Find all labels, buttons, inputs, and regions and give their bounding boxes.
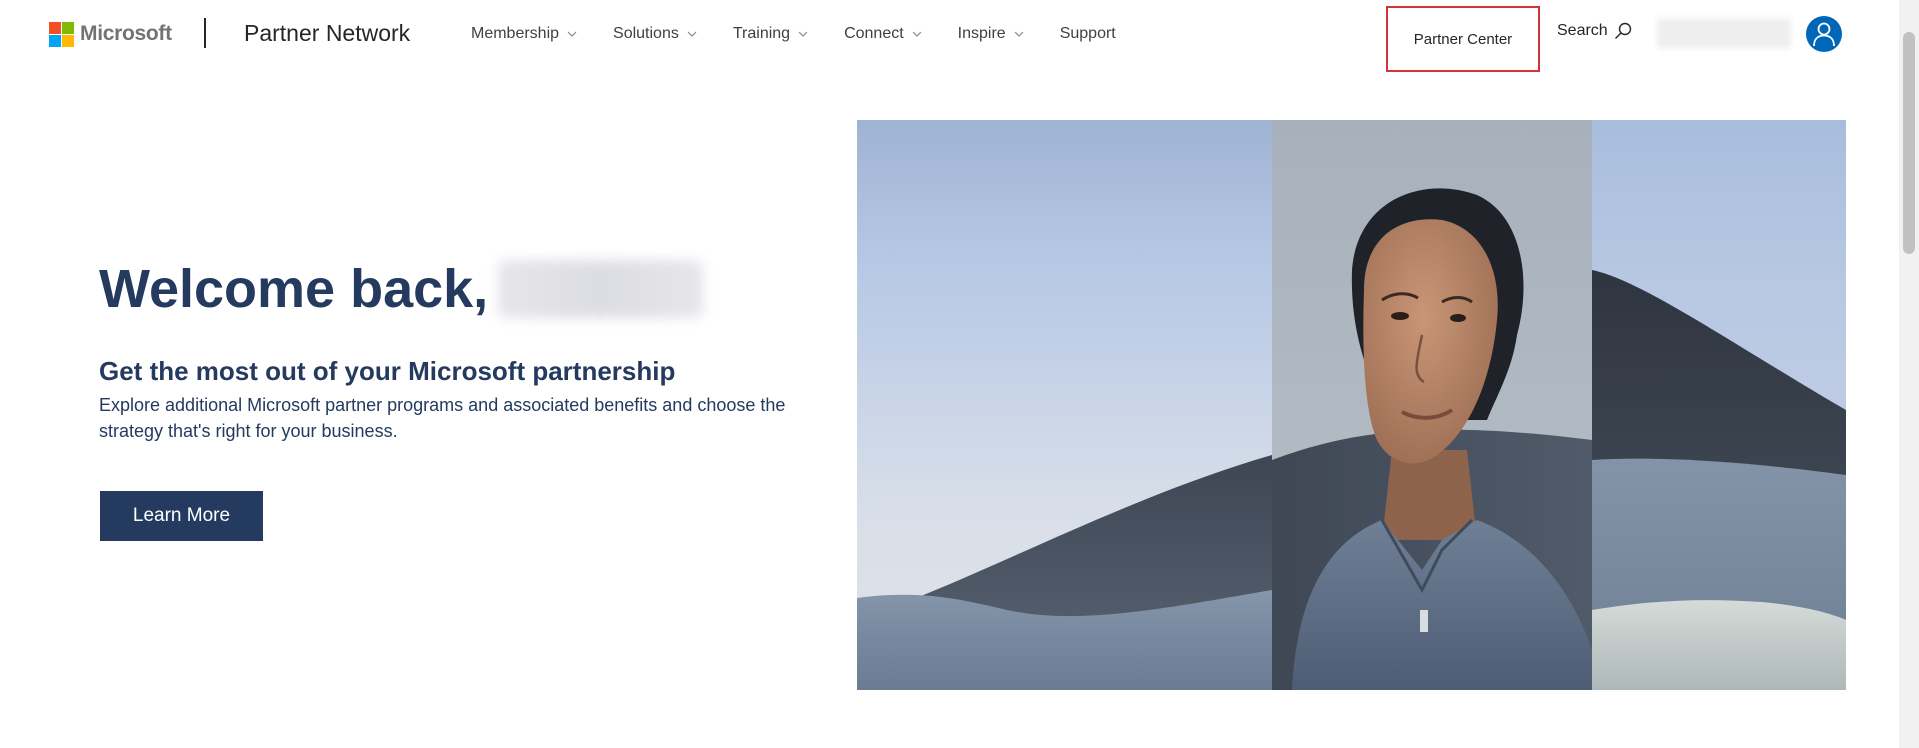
scrollbar-thumb[interactable] [1903,32,1915,254]
page-scrollbar[interactable] [1899,0,1919,748]
chevron-down-icon [798,29,808,39]
user-name-redacted [1657,18,1791,48]
microsoft-wordmark: Microsoft [80,22,172,45]
hero-image [857,120,1846,690]
search-label: Search [1557,22,1608,39]
nav-item-connect[interactable]: Connect [844,25,922,43]
chevron-down-icon [1014,29,1024,39]
nav-item-label: Inspire [957,25,1006,42]
site-header: Microsoft Partner Network Membership Sol… [0,0,1919,72]
user-avatar-icon[interactable] [1806,16,1842,52]
partner-center-link[interactable]: Partner Center [1386,6,1540,72]
hero-subheading: Get the most out of your Microsoft partn… [99,356,676,386]
nav-item-membership[interactable]: Membership [471,25,577,43]
search-button[interactable]: Search [1557,22,1632,40]
nav-item-label: Connect [844,25,904,42]
welcome-text: Welcome back, [99,259,489,319]
hero-landscape-left [857,120,1272,690]
nav-item-label: Membership [471,25,560,42]
chevron-down-icon [912,29,922,39]
partner-network-brand[interactable]: Partner Network [244,20,410,47]
search-icon [1614,22,1631,39]
welcome-heading: Welcome back, [99,258,704,320]
microsoft-logo[interactable]: Microsoft [49,21,172,47]
nav-item-label: Support [1059,25,1116,42]
microsoft-logo-icon [49,21,74,47]
chevron-down-icon [687,29,697,39]
nav-item-label: Solutions [613,25,679,42]
nav-item-solutions[interactable]: Solutions [613,25,697,43]
welcome-user-name-redacted [498,260,704,318]
nav-item-support[interactable]: Support [1060,25,1116,43]
nav-item-training[interactable]: Training [733,25,808,43]
nav-item-inspire[interactable]: Inspire [958,25,1024,43]
learn-more-button[interactable]: Learn More [100,491,263,541]
chevron-down-icon [567,29,577,39]
hero-portrait [1272,120,1592,690]
nav-item-label: Training [732,25,791,42]
main-nav: Membership Solutions Training Connect In… [471,22,1152,46]
hero-landscape-right [1592,120,1846,690]
logo-divider [204,18,206,48]
hero-description: Explore additional Microsoft partner pro… [99,395,786,441]
